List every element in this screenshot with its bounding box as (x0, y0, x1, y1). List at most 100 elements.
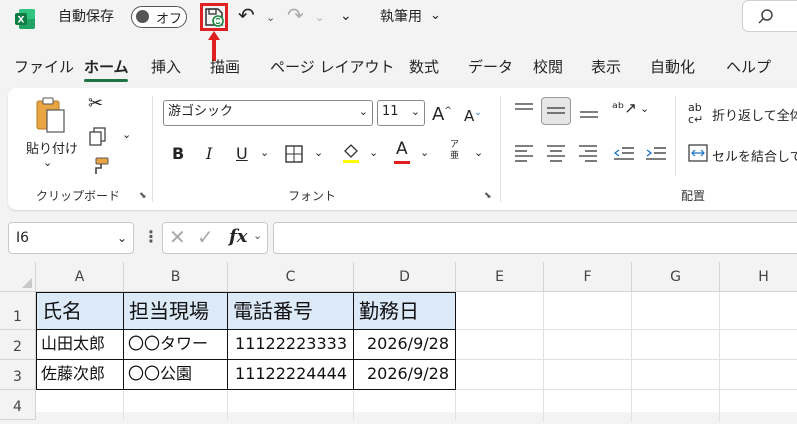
align-middle-button[interactable] (541, 97, 571, 125)
align-right-icon[interactable] (578, 144, 598, 162)
redo-icon[interactable]: ↷ (287, 5, 304, 25)
formula-input[interactable] (273, 222, 797, 254)
paste-button[interactable]: 貼り付け (26, 138, 78, 157)
search-box[interactable] (742, 0, 797, 32)
style-dropdown-icon[interactable]: ⌄ (430, 6, 441, 26)
phonetic-dropdown-icon[interactable]: ⌄ (474, 146, 483, 159)
cell-d3[interactable]: 2026/9/28 (354, 360, 455, 389)
align-center-icon[interactable] (546, 144, 566, 162)
cell-c3[interactable]: 11122224444 (228, 360, 353, 389)
tab-help[interactable]: ヘルプ (726, 56, 771, 78)
copy-icon[interactable] (88, 126, 108, 146)
tab-formulas[interactable]: 数式 (409, 56, 439, 78)
column-header-h[interactable]: H (720, 262, 797, 292)
column-header-e[interactable]: E (456, 262, 544, 292)
decrease-indent-icon[interactable] (613, 144, 635, 162)
paste-icon[interactable] (34, 96, 68, 134)
paste-dropdown-icon[interactable]: ⌄ (43, 156, 52, 169)
customize-qat-icon[interactable]: ⌄ (340, 6, 352, 26)
undo-icon[interactable]: ↶ (238, 5, 255, 25)
redo-dropdown-icon[interactable]: ⌄ (315, 8, 324, 28)
svg-text:X: X (18, 16, 25, 26)
tab-data[interactable]: データ (468, 56, 513, 78)
save-icon[interactable] (203, 6, 225, 28)
row-header-4[interactable]: 4 (0, 390, 36, 420)
column-header-b[interactable]: B (124, 262, 228, 292)
phonetic-guide-icon[interactable]: ア亜 (450, 140, 459, 162)
clipboard-launcher-icon[interactable]: ⬊ (139, 191, 147, 201)
merge-center-icon (688, 144, 708, 162)
name-box-dropdown-icon[interactable]: ⌄ (117, 223, 127, 253)
column-header-g[interactable]: G (632, 262, 720, 292)
formula-bar-grip-icon[interactable]: ⋮ (143, 227, 159, 246)
align-top-icon[interactable] (514, 102, 534, 118)
font-name-box[interactable]: 游ゴシック ⌄ (163, 100, 373, 126)
column-header-f[interactable]: F (544, 262, 632, 292)
tab-home[interactable]: ホーム (84, 56, 129, 78)
column-header-a[interactable]: A (36, 262, 124, 292)
gridline (543, 292, 544, 422)
wrap-text-icon: ab c↵ (688, 101, 704, 126)
font-color-dropdown-icon[interactable]: ⌄ (420, 146, 429, 159)
borders-dropdown-icon[interactable]: ⌄ (314, 146, 323, 159)
underline-button[interactable]: U (236, 144, 248, 164)
tab-review[interactable]: 校閲 (533, 56, 563, 78)
decrease-font-size-icon[interactable]: A⌄ (464, 103, 482, 126)
font-size-dropdown-icon[interactable]: ⌄ (411, 101, 420, 123)
font-launcher-icon[interactable]: ⬊ (484, 191, 492, 201)
tab-page-layout[interactable]: ページ レイアウト (270, 56, 394, 78)
cell-a3[interactable]: 佐藤次郎 (37, 360, 123, 389)
cell-d1[interactable]: 勤務日 (354, 293, 455, 329)
underline-dropdown-icon[interactable]: ⌄ (260, 146, 269, 159)
tab-view[interactable]: 表示 (591, 56, 621, 78)
row-header-3[interactable]: 3 (0, 360, 36, 390)
increase-indent-icon[interactable] (645, 144, 667, 162)
font-size-box[interactable]: 11 ⌄ (377, 100, 425, 126)
cell-b3[interactable]: 〇〇公園 (124, 360, 227, 389)
borders-icon[interactable] (285, 145, 303, 163)
clipboard-group-label: クリップボード (36, 189, 121, 203)
font-color-icon[interactable]: A (396, 139, 408, 159)
row-header-2[interactable]: 2 (0, 330, 36, 360)
increase-font-size-icon[interactable]: A^ (432, 101, 452, 125)
cancel-icon[interactable]: ✕ (169, 225, 186, 249)
cell-d2[interactable]: 2026/9/28 (354, 330, 455, 359)
copy-dropdown-icon[interactable]: ⌄ (122, 128, 131, 141)
cell-a1[interactable]: 氏名 (37, 293, 123, 329)
tab-file[interactable]: ファイル (14, 56, 74, 78)
format-painter-icon[interactable] (88, 156, 110, 176)
autosave-toggle[interactable]: オフ (131, 6, 187, 28)
enter-icon[interactable]: ✓ (197, 225, 214, 249)
fill-color-dropdown-icon[interactable]: ⌄ (369, 146, 378, 159)
align-bottom-icon[interactable] (579, 102, 599, 120)
cell-a2[interactable]: 山田太郎 (37, 330, 123, 359)
style-name[interactable]: 執筆用 (380, 7, 422, 27)
cell-b1[interactable]: 担当現場 (124, 293, 227, 329)
font-name-dropdown-icon[interactable]: ⌄ (359, 101, 368, 123)
column-header-c[interactable]: C (228, 262, 354, 292)
name-box[interactable]: I6 ⌄ (8, 222, 134, 254)
font-color-bar (394, 161, 410, 164)
italic-button[interactable]: I (206, 144, 212, 164)
column-header-d[interactable]: D (354, 262, 456, 292)
row-header-1[interactable]: 1 (0, 292, 36, 330)
cell-b2[interactable]: 〇〇タワー (124, 330, 227, 359)
cell-c1[interactable]: 電話番号 (228, 293, 353, 329)
merge-center-button[interactable]: セルを結合して (712, 146, 797, 165)
tab-automate[interactable]: 自動化 (650, 56, 695, 78)
cut-icon[interactable]: ✂ (88, 94, 103, 114)
orientation-icon[interactable]: ᵃᵇ↗ (612, 98, 637, 118)
tab-draw[interactable]: 描画 (210, 56, 240, 78)
spreadsheet-grid: A B C D E F G H 1 2 3 4 氏名 担当現場 電話番号 勤務日… (0, 262, 797, 422)
undo-dropdown-icon[interactable]: ⌄ (266, 8, 275, 28)
fill-color-icon[interactable] (341, 142, 361, 164)
fx-dropdown-icon[interactable]: ⌄ (253, 229, 262, 242)
orientation-dropdown-icon[interactable]: ⌄ (640, 102, 649, 115)
cell-c2[interactable]: 11122223333 (228, 330, 353, 359)
tab-insert[interactable]: 挿入 (151, 56, 181, 78)
align-left-icon[interactable] (514, 144, 534, 162)
select-all-corner[interactable] (0, 262, 36, 292)
bold-button[interactable]: B (172, 144, 184, 164)
wrap-text-button[interactable]: 折り返して全体 (712, 105, 797, 124)
insert-function-button[interactable]: fx (229, 226, 247, 247)
